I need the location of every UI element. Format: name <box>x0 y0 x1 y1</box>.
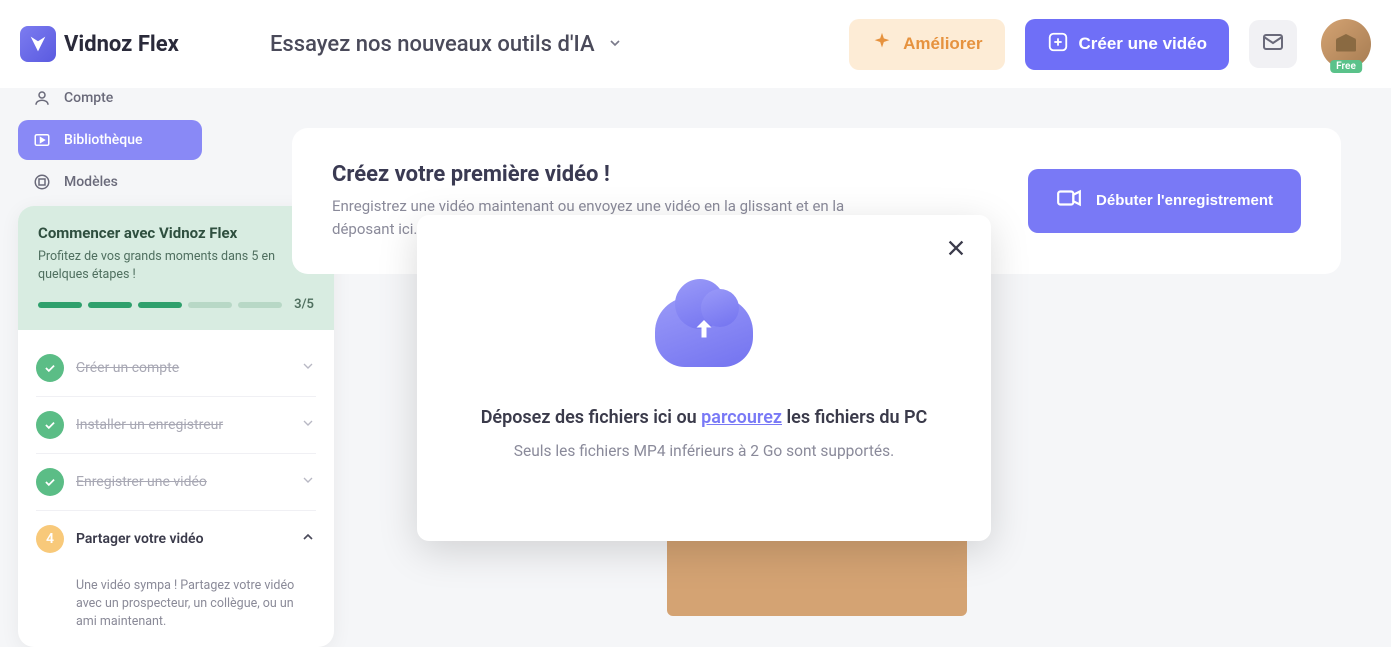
progress-segment <box>188 302 232 308</box>
upload-modal: Déposez des fichiers ici ou parcourez le… <box>417 215 991 541</box>
upload-instruction: Déposez des fichiers ici ou parcourez le… <box>481 407 928 428</box>
ai-tools-dropdown[interactable]: Essayez nos nouveaux outils d'IA <box>270 32 623 57</box>
start-recording-button[interactable]: Débuter l'enregistrement <box>1028 169 1301 233</box>
logo[interactable]: Vidnoz Flex <box>20 26 240 62</box>
upload-hint: Seuls les fichiers MP4 inférieurs à 2 Go… <box>514 442 894 460</box>
sidebar-item-library[interactable]: Bibliothèque <box>18 120 202 160</box>
drop-prefix: Déposez des fichiers ici ou <box>481 407 701 428</box>
sidebar-item-account[interactable]: Compte <box>18 78 202 118</box>
step-description: Une vidéo sympa ! Partagez votre vidéo a… <box>18 577 334 647</box>
plan-badge: Free <box>1330 60 1362 73</box>
create-video-label: Créer une vidéo <box>1079 34 1208 54</box>
progress-segment <box>138 302 182 308</box>
progress-segment <box>38 302 82 308</box>
improve-label: Améliorer <box>903 34 982 54</box>
sidebar-item-templates[interactable]: Modèles <box>18 162 202 202</box>
create-video-button[interactable]: Créer une vidéo <box>1025 19 1230 70</box>
check-icon <box>36 354 64 382</box>
plus-icon <box>1047 31 1069 58</box>
user-icon <box>32 88 52 108</box>
progress-segment <box>88 302 132 308</box>
mail-icon <box>1261 30 1285 58</box>
avatar[interactable]: Free <box>1321 19 1371 69</box>
library-icon <box>32 130 52 150</box>
browse-link[interactable]: parcourez <box>701 407 782 428</box>
cloud-upload-icon <box>655 297 753 367</box>
sparkle-icon <box>871 31 893 58</box>
ai-tools-label: Essayez nos nouveaux outils d'IA <box>270 32 595 57</box>
close-button[interactable] <box>945 237 967 263</box>
sidebar-item-label: Bibliothèque <box>64 132 143 148</box>
mail-button[interactable] <box>1249 20 1297 68</box>
hero-title: Créez votre première vidéo ! <box>332 162 998 187</box>
start-recording-label: Débuter l'enregistrement <box>1096 192 1273 211</box>
camera-icon <box>1056 185 1082 217</box>
improve-button[interactable]: Améliorer <box>849 19 1004 70</box>
logo-icon <box>20 26 56 62</box>
step-number-badge: 4 <box>36 525 64 553</box>
sidebar-item-label: Compte <box>64 90 113 106</box>
drop-suffix: les fichiers du PC <box>782 407 927 428</box>
sidebar: Compte Bibliothèque Modèles <box>10 70 210 212</box>
check-icon <box>36 411 64 439</box>
sidebar-item-label: Modèles <box>64 174 118 190</box>
check-icon <box>36 468 64 496</box>
chevron-down-icon <box>607 32 623 57</box>
templates-icon <box>32 172 52 192</box>
brand-name: Vidnoz Flex <box>64 32 179 57</box>
